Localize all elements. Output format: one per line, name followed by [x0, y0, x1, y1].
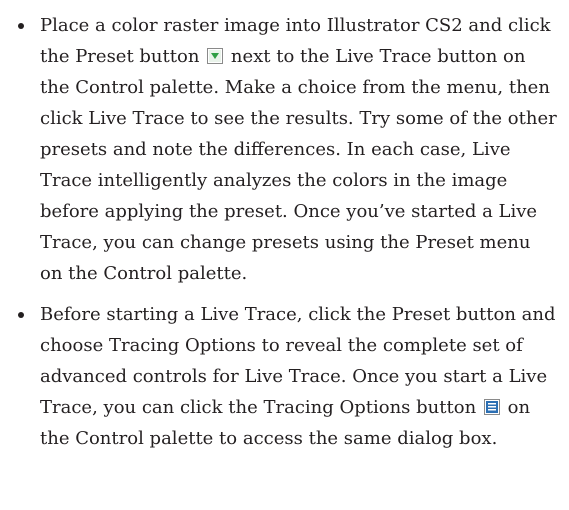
bullet-list: Place a color raster image into Illustra… — [18, 10, 557, 454]
bullet-item-tracing-options: Before starting a Live Trace, click the … — [18, 299, 557, 454]
bullet-item-preset: Place a color raster image into Illustra… — [18, 10, 557, 289]
bullet-dot — [18, 312, 24, 318]
document-page: Place a color raster image into Illustra… — [0, 0, 569, 510]
bullet-text-part: next to the Live Trace button on the Con… — [40, 46, 557, 284]
bullet-dot — [18, 23, 24, 29]
tracing-options-icon — [483, 399, 500, 415]
preset-triangle-icon — [207, 48, 224, 64]
bullet-text-part: Before starting a Live Trace, click the … — [40, 304, 556, 418]
